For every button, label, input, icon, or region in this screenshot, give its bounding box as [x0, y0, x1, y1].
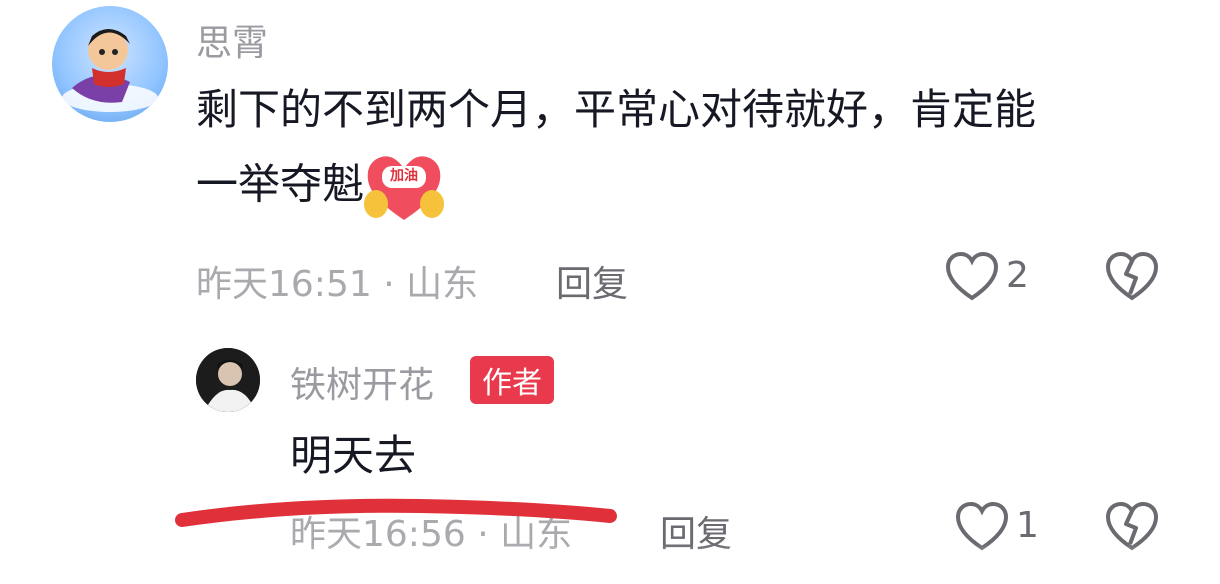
- comment-like-button[interactable]: [944, 250, 1000, 304]
- cheer-emoji-label: 加油: [390, 168, 419, 184]
- cartoon-avatar-icon: [62, 29, 158, 112]
- comment-reply-button[interactable]: 回复: [556, 255, 628, 307]
- person-photo-icon: [196, 348, 260, 412]
- reply-like-count: 1: [1016, 505, 1039, 546]
- commenter-name[interactable]: 思霄: [196, 14, 268, 66]
- author-badge: 作者: [470, 356, 554, 404]
- comment-text-line-1: 剩下的不到两个月，平常心对待就好，肯定能: [196, 85, 1037, 134]
- cheer-emoji-icon: 加油: [364, 152, 445, 222]
- reply-text: 明天去: [290, 431, 417, 480]
- comment-dislike-button[interactable]: [1104, 250, 1160, 304]
- heart-outline-icon: [945, 251, 999, 301]
- reply-author-name[interactable]: 铁树开花: [290, 356, 434, 408]
- comment-like-count: 2: [1006, 255, 1029, 296]
- reply-author-avatar[interactable]: [196, 348, 260, 412]
- comment-text-line-2: 一举夺魁 加油: [196, 152, 445, 222]
- bottom-fade: [0, 544, 1220, 584]
- red-underline-annotation: [175, 498, 617, 527]
- comment-text-line-2-text: 一举夺魁: [196, 159, 365, 209]
- broken-heart-icon: [1105, 251, 1159, 301]
- commenter-avatar[interactable]: [52, 6, 168, 122]
- comment-time-location: 昨天16:51 · 山东: [196, 264, 479, 305]
